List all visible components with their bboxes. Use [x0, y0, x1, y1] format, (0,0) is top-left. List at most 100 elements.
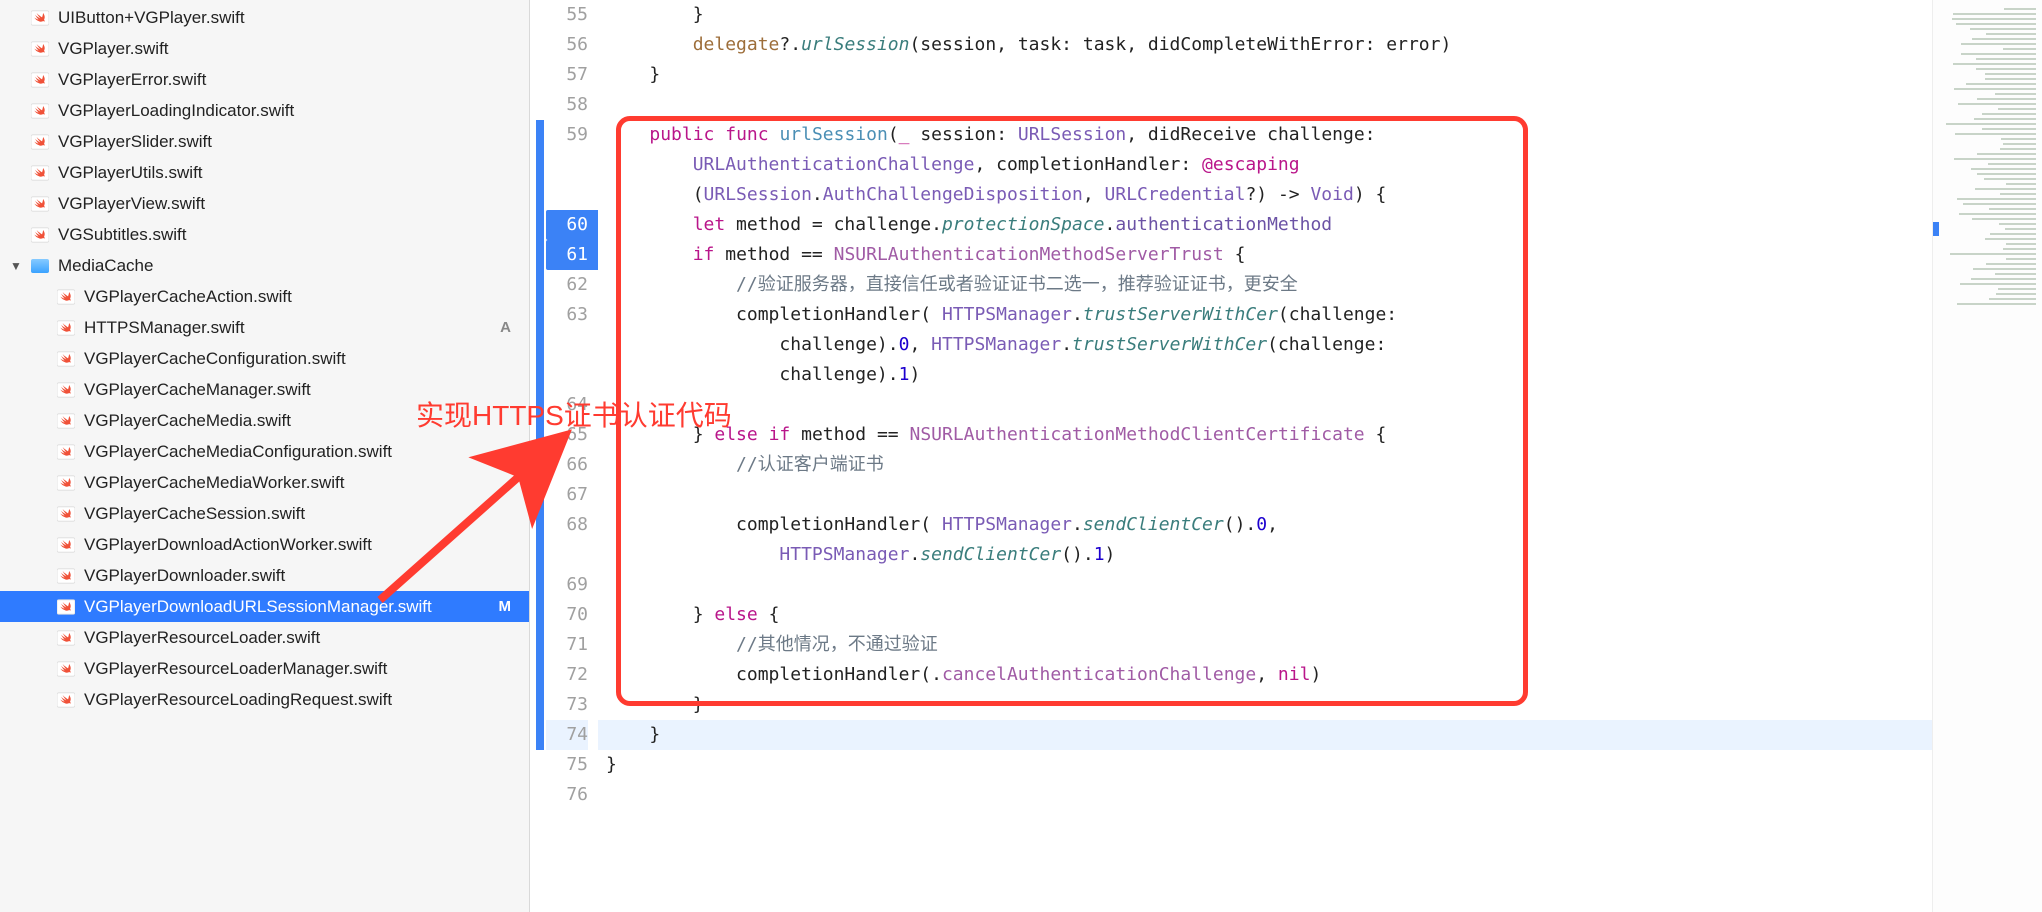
line-number[interactable]: [546, 360, 588, 390]
code-line[interactable]: [598, 390, 1932, 420]
minimap-line: [1989, 208, 2036, 210]
code-line[interactable]: completionHandler( HTTPSManager.sendClie…: [598, 510, 1932, 540]
folder-row[interactable]: ▼MediaCache: [0, 250, 529, 281]
file-row[interactable]: VGPlayerLoadingIndicator.swift: [0, 95, 529, 126]
line-number[interactable]: [546, 540, 588, 570]
line-number[interactable]: 75: [546, 750, 588, 780]
line-number[interactable]: 71: [546, 630, 588, 660]
code-line[interactable]: challenge).1): [598, 360, 1932, 390]
file-row[interactable]: VGPlayerResourceLoader.swift: [0, 622, 529, 653]
minimap-line: [1973, 268, 2036, 270]
minimap-line: [1976, 58, 2036, 60]
code-line[interactable]: HTTPSManager.sendClientCer().1): [598, 540, 1932, 570]
line-number[interactable]: 56: [546, 30, 588, 60]
code-line[interactable]: //验证服务器，直接信任或者验证证书二选一，推荐验证证书，更安全: [598, 270, 1932, 300]
file-row[interactable]: VGPlayerResourceLoadingRequest.swift: [0, 684, 529, 715]
line-number[interactable]: 69: [546, 570, 588, 600]
minimap-line: [1953, 13, 2036, 15]
file-navigator[interactable]: UIButton+VGPlayer.swiftVGPlayer.swift VGP…: [0, 0, 530, 912]
minimap-line: [1960, 283, 2036, 285]
file-row[interactable]: VGPlayerCacheMediaWorker.swift: [0, 467, 529, 498]
line-number[interactable]: 61: [546, 240, 598, 270]
file-row[interactable]: VGPlayerCacheSession.swift: [0, 498, 529, 529]
file-row[interactable]: VGPlayerUtils.swift: [0, 157, 529, 188]
file-row[interactable]: VGPlayerCacheConfiguration.swift: [0, 343, 529, 374]
file-row[interactable]: VGPlayerDownloader.swift: [0, 560, 529, 591]
line-number[interactable]: 67: [546, 480, 588, 510]
line-number[interactable]: [546, 180, 588, 210]
swift-file-icon: [56, 690, 76, 710]
file-row[interactable]: VGSubtitles.swift: [0, 219, 529, 250]
line-number[interactable]: 60: [546, 210, 598, 240]
minimap-line: [1989, 298, 2036, 300]
minimap-line: [1996, 293, 2036, 295]
line-number[interactable]: 70: [546, 600, 588, 630]
minimap-line: [1952, 18, 2036, 20]
code-line[interactable]: completionHandler( HTTPSManager.trustSer…: [598, 300, 1932, 330]
file-row[interactable]: VGPlayerDownloadActionWorker.swift: [0, 529, 529, 560]
file-row[interactable]: VGPlayerView.swift: [0, 188, 529, 219]
code-line[interactable]: public func urlSession(_ session: URLSes…: [598, 120, 1932, 150]
minimap[interactable]: [1932, 0, 2042, 912]
line-number[interactable]: 57: [546, 60, 588, 90]
file-row[interactable]: UIButton+VGPlayer.swift: [0, 2, 529, 33]
file-row[interactable]: VGPlayerDownloadURLSessionManager.swiftM: [0, 591, 529, 622]
code-line[interactable]: }: [598, 690, 1932, 720]
folder-icon: [30, 256, 50, 276]
code-line[interactable]: [598, 480, 1932, 510]
line-number[interactable]: 68: [546, 510, 588, 540]
code-line[interactable]: [598, 570, 1932, 600]
code-line[interactable]: [598, 90, 1932, 120]
file-row[interactable]: VGPlayerSlider.swift: [0, 126, 529, 157]
line-number[interactable]: 76: [546, 780, 588, 810]
line-number[interactable]: 59: [546, 120, 588, 150]
file-row[interactable]: VGPlayerResourceLoaderManager.swift: [0, 653, 529, 684]
code-line[interactable]: let method = challenge.protectionSpace.a…: [598, 210, 1932, 240]
code-line[interactable]: }: [598, 750, 1932, 780]
file-name-label: VGPlayerView.swift: [58, 194, 205, 214]
line-number[interactable]: 62: [546, 270, 588, 300]
line-number[interactable]: 58: [546, 90, 588, 120]
file-row[interactable]: VGPlayerCacheAction.swift: [0, 281, 529, 312]
line-number[interactable]: [546, 150, 588, 180]
code-line[interactable]: URLAuthenticationChallenge, completionHa…: [598, 150, 1932, 180]
code-line[interactable]: }: [598, 0, 1932, 30]
file-name-label: VGPlayerCacheSession.swift: [84, 504, 305, 524]
code-line[interactable]: challenge).0, HTTPSManager.trustServerWi…: [598, 330, 1932, 360]
minimap-line: [1972, 38, 2036, 40]
code-line[interactable]: //其他情况，不通过验证: [598, 630, 1932, 660]
file-row[interactable]: HTTPSManager.swiftA: [0, 312, 529, 343]
code-line[interactable]: } else {: [598, 600, 1932, 630]
code-area[interactable]: } delegate?.urlSession(session, task: ta…: [598, 0, 1932, 912]
minimap-line: [1954, 88, 2036, 90]
file-name-label: HTTPSManager.swift: [84, 318, 245, 338]
line-number[interactable]: 72: [546, 660, 588, 690]
line-number[interactable]: 63: [546, 300, 588, 330]
line-number[interactable]: 73: [546, 690, 588, 720]
line-number[interactable]: [546, 330, 588, 360]
line-number[interactable]: 74: [546, 720, 588, 750]
minimap-line: [1998, 108, 2036, 110]
swift-file-icon: [56, 287, 76, 307]
file-row[interactable]: VGPlayerError.swift: [0, 64, 529, 95]
code-line[interactable]: }: [598, 60, 1932, 90]
code-line[interactable]: //认证客户端证书: [598, 450, 1932, 480]
code-editor[interactable]: 5556575859606162636465666768697071727374…: [530, 0, 2042, 912]
code-line[interactable]: [598, 780, 1932, 810]
file-name-label: VGPlayerError.swift: [58, 70, 206, 90]
file-row[interactable]: VGPlayer.swift: [0, 33, 529, 64]
line-number[interactable]: 55: [546, 0, 588, 30]
code-line[interactable]: } else if method == NSURLAuthenticationM…: [598, 420, 1932, 450]
swift-file-icon: [30, 163, 50, 183]
code-line[interactable]: if method == NSURLAuthenticationMethodSe…: [598, 240, 1932, 270]
disclosure-triangle-icon[interactable]: ▼: [10, 259, 22, 273]
code-line[interactable]: }: [598, 720, 1932, 750]
code-line[interactable]: delegate?.urlSession(session, task: task…: [598, 30, 1932, 60]
code-line[interactable]: completionHandler(.cancelAuthenticationC…: [598, 660, 1932, 690]
line-number[interactable]: 66: [546, 450, 588, 480]
code-line[interactable]: (URLSession.AuthChallengeDisposition, UR…: [598, 180, 1932, 210]
scm-status-badge: M: [499, 598, 512, 615]
minimap-line: [1985, 78, 2036, 80]
file-row[interactable]: VGPlayerCacheMediaConfiguration.swift: [0, 436, 529, 467]
minimap-line: [1971, 278, 2036, 280]
